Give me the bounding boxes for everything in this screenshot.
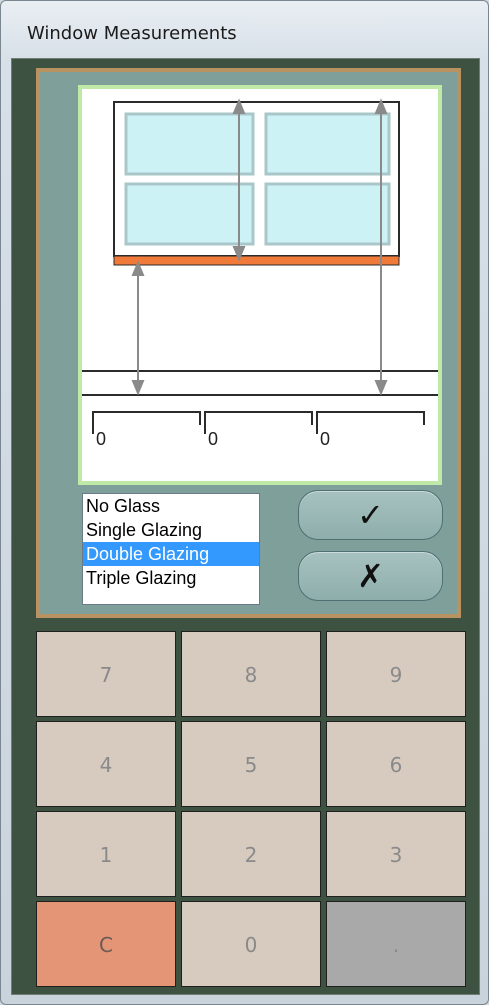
key-6[interactable]: 6	[326, 721, 466, 807]
window-diagram-graphic: 0 0 0	[82, 98, 438, 449]
window-title: Window Measurements	[27, 23, 237, 44]
key-1[interactable]: 1	[36, 811, 176, 897]
x-mark-icon: ✗	[357, 557, 384, 595]
key-2[interactable]: 2	[181, 811, 321, 897]
measure-value-1[interactable]: 0	[96, 429, 106, 449]
arrow-head-down	[131, 380, 145, 396]
window-diagram: 0 0 0	[78, 85, 442, 485]
glazing-listbox[interactable]: No Glass Single Glazing Double Glazing T…	[82, 493, 260, 605]
key-3[interactable]: 3	[326, 811, 466, 897]
checkmark-icon: ✓	[357, 496, 384, 534]
confirm-button[interactable]: ✓	[298, 490, 443, 540]
app-window: Window Measurements 0 0 0 No Glass Singl…	[0, 0, 489, 1005]
arrow-head-down	[374, 380, 388, 396]
measurement-panel: 0 0 0 No Glass Single Glazing Double Gla…	[36, 68, 461, 618]
glazing-option-double[interactable]: Double Glazing	[83, 542, 259, 566]
glass-pane-top-right	[264, 112, 391, 176]
title-bar[interactable]: Window Measurements	[1, 1, 488, 59]
glass-pane-bottom-left	[124, 182, 255, 246]
numeric-keypad: 7 8 9 4 5 6 1 2 3 C 0 .	[36, 631, 467, 987]
measure-bracket-1	[92, 411, 201, 434]
measure-value-3[interactable]: 0	[320, 429, 330, 449]
key-4[interactable]: 4	[36, 721, 176, 807]
cancel-button[interactable]: ✗	[298, 551, 443, 601]
key-8[interactable]: 8	[181, 631, 321, 717]
client-area: 0 0 0 No Glass Single Glazing Double Gla…	[11, 58, 480, 995]
glazing-option-triple[interactable]: Triple Glazing	[83, 566, 259, 590]
key-decimal[interactable]: .	[326, 901, 466, 987]
glass-pane-top-left	[124, 112, 255, 176]
key-0[interactable]: 0	[181, 901, 321, 987]
glazing-option-single[interactable]: Single Glazing	[83, 518, 259, 542]
key-5[interactable]: 5	[181, 721, 321, 807]
measure-bracket-3	[316, 411, 425, 434]
key-9[interactable]: 9	[326, 631, 466, 717]
measure-bracket-2	[204, 411, 313, 434]
key-clear[interactable]: C	[36, 901, 176, 987]
key-7[interactable]: 7	[36, 631, 176, 717]
glazing-option-no-glass[interactable]: No Glass	[83, 494, 259, 518]
window-sill	[113, 255, 400, 266]
measure-value-2[interactable]: 0	[208, 429, 218, 449]
glass-pane-bottom-right	[264, 182, 391, 246]
